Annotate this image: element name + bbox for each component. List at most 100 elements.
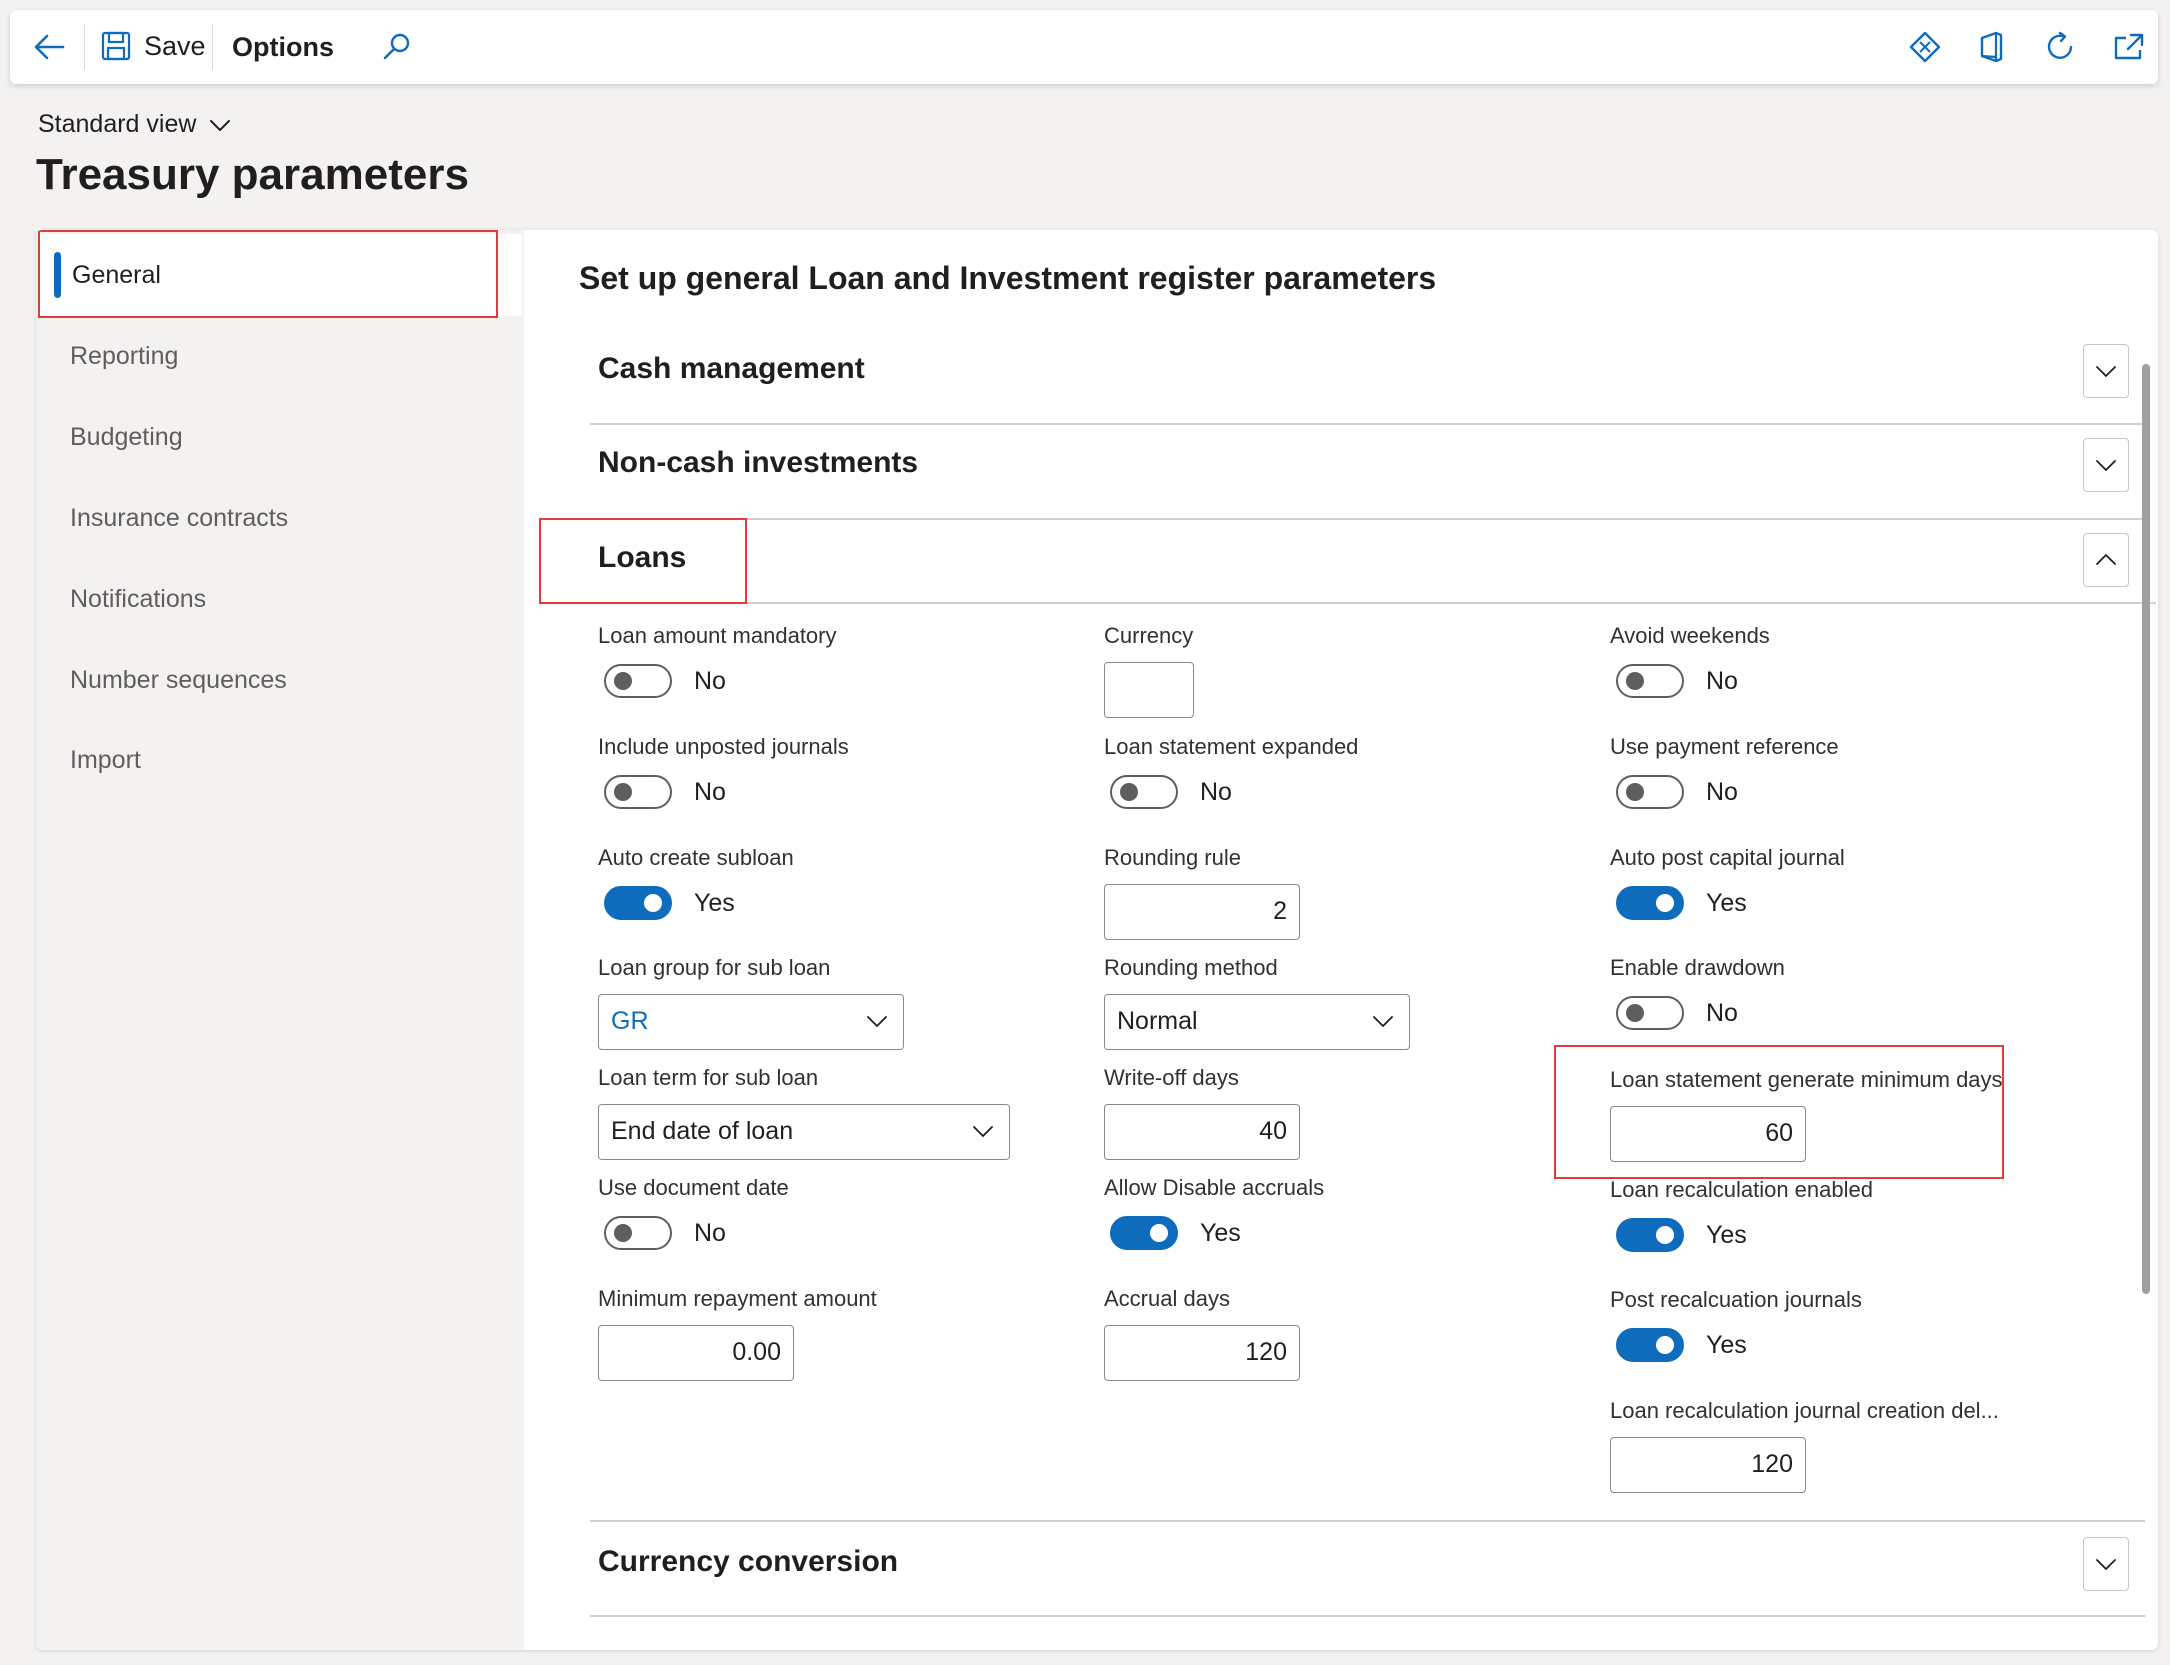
vertical-tab-list: General Reporting Budgeting Insurance co… bbox=[36, 230, 524, 1650]
nav-item-reporting[interactable]: Reporting bbox=[70, 342, 178, 371]
collapse-button[interactable] bbox=[2083, 533, 2129, 587]
rounding-method-dropdown[interactable]: Normal bbox=[1104, 994, 1410, 1050]
field-include-unposted-journals: Include unposted journals No bbox=[598, 733, 849, 809]
field-label: Loan amount mandatory bbox=[598, 623, 837, 648]
office-icon bbox=[1980, 31, 2003, 63]
loan-term-sub-loan-dropdown[interactable]: End date of loan bbox=[598, 1104, 1010, 1160]
content-pane: Set up general Loan and Investment regis… bbox=[524, 230, 2158, 1650]
field-label: Auto create subloan bbox=[598, 845, 794, 870]
field-statement-generate-minimum-days: Loan statement generate minimum days 60 bbox=[1610, 1066, 2003, 1162]
search-button[interactable] bbox=[380, 30, 414, 64]
field-label: Include unposted journals bbox=[598, 734, 849, 759]
field-rounding-rule: Rounding rule 2 bbox=[1104, 844, 1300, 940]
toggle-value: Yes bbox=[1706, 888, 1747, 917]
divider bbox=[590, 602, 2156, 604]
recalculation-journal-creation-delay-input[interactable]: 120 bbox=[1610, 1437, 1806, 1493]
post-recalculation-journals-toggle[interactable] bbox=[1616, 1328, 1684, 1362]
field-minimum-repayment-amount: Minimum repayment amount 0.00 bbox=[598, 1285, 877, 1381]
expand-button[interactable] bbox=[2083, 344, 2129, 398]
enable-drawdown-toggle[interactable] bbox=[1616, 996, 1684, 1030]
nav-item-import[interactable]: Import bbox=[70, 746, 141, 775]
chevron-down-icon bbox=[867, 1016, 887, 1027]
field-accrual-days: Accrual days 120 bbox=[1104, 1285, 1300, 1381]
arrow-left-icon bbox=[34, 34, 65, 60]
field-label: Loan term for sub loan bbox=[598, 1065, 819, 1090]
view-selector[interactable]: Standard view bbox=[38, 110, 232, 139]
minimum-repayment-amount-input[interactable]: 0.00 bbox=[598, 1325, 794, 1381]
main-card: General Reporting Budgeting Insurance co… bbox=[36, 230, 2158, 1650]
nav-item-budgeting[interactable]: Budgeting bbox=[70, 423, 183, 452]
diamond-button[interactable] bbox=[1908, 30, 1942, 64]
field-enable-drawdown: Enable drawdown No bbox=[1610, 954, 1785, 1030]
field-label: Loan recalculation journal creation del.… bbox=[1610, 1398, 1999, 1423]
fasttab-title: Loans bbox=[598, 541, 687, 574]
fasttab-cash-management[interactable]: Cash management bbox=[590, 326, 2145, 418]
nav-item-label: Insurance contracts bbox=[70, 504, 289, 532]
auto-create-subloan-toggle[interactable] bbox=[604, 886, 672, 920]
field-use-payment-reference: Use payment reference No bbox=[1610, 733, 1839, 809]
action-pane: Save Options bbox=[10, 10, 2158, 84]
statement-generate-minimum-days-input[interactable]: 60 bbox=[1610, 1106, 1806, 1162]
office-button[interactable] bbox=[1974, 30, 2008, 64]
nav-item-label: Number sequences bbox=[70, 666, 287, 694]
field-currency: Currency bbox=[1104, 622, 1194, 718]
write-off-days-input[interactable]: 40 bbox=[1104, 1104, 1300, 1160]
nav-item-label: Notifications bbox=[70, 585, 207, 613]
rounding-rule-input[interactable]: 2 bbox=[1104, 884, 1300, 940]
avoid-weekends-toggle[interactable] bbox=[1616, 664, 1684, 698]
dropdown-value: End date of loan bbox=[611, 1117, 794, 1145]
loan-amount-mandatory-toggle[interactable] bbox=[604, 664, 672, 698]
nav-item-insurance-contracts[interactable]: Insurance contracts bbox=[70, 504, 288, 533]
divider bbox=[590, 1615, 2145, 1617]
include-unposted-journals-toggle[interactable] bbox=[604, 775, 672, 809]
field-label: Accrual days bbox=[1104, 1286, 1230, 1311]
field-loan-group-sub-loan: Loan group for sub loan GR bbox=[598, 954, 904, 1050]
back-button[interactable] bbox=[30, 28, 68, 66]
popout-button[interactable] bbox=[2112, 30, 2146, 64]
field-label: Loan recalculation enabled bbox=[1610, 1177, 1873, 1202]
currency-input[interactable] bbox=[1104, 662, 1194, 718]
expand-button[interactable] bbox=[2083, 1537, 2129, 1591]
loan-statement-expanded-toggle[interactable] bbox=[1110, 775, 1178, 809]
separator bbox=[84, 24, 85, 70]
toggle-value: No bbox=[694, 1218, 726, 1247]
field-label: Avoid weekends bbox=[1610, 623, 1770, 648]
nav-item-label: Reporting bbox=[70, 342, 179, 370]
field-label: Rounding method bbox=[1104, 955, 1278, 980]
field-label: Use document date bbox=[598, 1175, 789, 1200]
chevron-down-icon bbox=[1373, 1016, 1393, 1027]
refresh-button[interactable] bbox=[2044, 30, 2078, 64]
field-loan-term-sub-loan: Loan term for sub loan End date of loan bbox=[598, 1064, 1010, 1160]
fasttab-title: Non-cash investments bbox=[598, 446, 919, 479]
separator bbox=[212, 24, 213, 70]
use-document-date-toggle[interactable] bbox=[604, 1216, 672, 1250]
chevron-down-icon bbox=[2096, 460, 2116, 471]
toggle-value: Yes bbox=[694, 888, 735, 917]
diamond-icon bbox=[1909, 31, 1941, 63]
fasttab-loans[interactable]: Loans bbox=[590, 515, 2145, 607]
fasttab-currency-conversion[interactable]: Currency conversion bbox=[590, 1519, 2145, 1611]
fasttab-non-cash-investments[interactable]: Non-cash investments bbox=[590, 420, 2145, 512]
dropdown-value: Normal bbox=[1117, 1007, 1198, 1035]
loan-recalculation-enabled-toggle[interactable] bbox=[1616, 1218, 1684, 1252]
accrual-days-input[interactable]: 120 bbox=[1104, 1325, 1300, 1381]
use-payment-reference-toggle[interactable] bbox=[1616, 775, 1684, 809]
nav-item-general[interactable]: General bbox=[38, 234, 522, 316]
expand-button[interactable] bbox=[2083, 438, 2129, 492]
loan-group-sub-loan-dropdown[interactable]: GR bbox=[598, 994, 904, 1050]
floppy-disk-icon bbox=[101, 31, 131, 61]
allow-disable-accruals-toggle[interactable] bbox=[1110, 1216, 1178, 1250]
field-label: Enable drawdown bbox=[1610, 955, 1785, 980]
nav-item-notifications[interactable]: Notifications bbox=[70, 585, 206, 614]
vertical-scrollbar[interactable] bbox=[2142, 364, 2150, 1294]
fasttab-title: Currency conversion bbox=[598, 1545, 899, 1578]
field-label: Write-off days bbox=[1104, 1065, 1239, 1090]
toggle-value: No bbox=[694, 666, 726, 695]
auto-post-capital-journal-toggle[interactable] bbox=[1616, 886, 1684, 920]
save-button[interactable]: Save bbox=[100, 30, 206, 62]
field-label: Post recalcuation journals bbox=[1610, 1287, 1862, 1312]
field-label: Auto post capital journal bbox=[1610, 845, 1845, 870]
nav-item-number-sequences[interactable]: Number sequences bbox=[70, 666, 287, 695]
options-button[interactable]: Options bbox=[232, 32, 334, 63]
chevron-down-icon bbox=[2096, 366, 2116, 377]
